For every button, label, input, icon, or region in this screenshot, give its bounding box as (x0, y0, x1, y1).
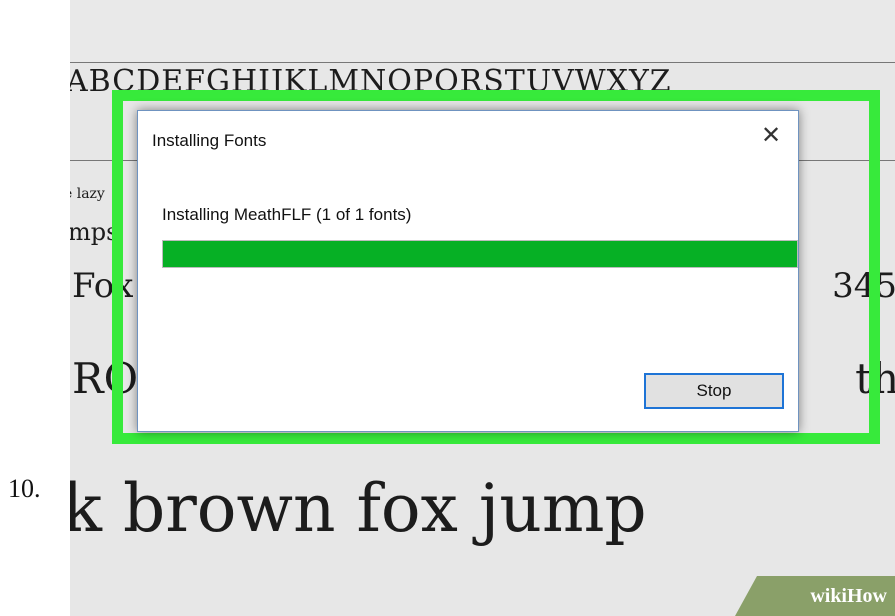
step-number: 10. (8, 474, 41, 503)
install-status-text: Installing MeathFLF (1 of 1 fonts) (162, 205, 412, 224)
close-icon[interactable]: ✕ (758, 123, 784, 149)
dialog-title: Installing Fonts (152, 131, 267, 150)
watermark-suffix: How (847, 585, 887, 607)
wikihow-watermark: wikiHow (735, 576, 895, 616)
font-preview-window: ABCDEFGHIJKLMNOPQRSTUVWXYZ e lazy mps Fo… (70, 0, 895, 616)
installing-fonts-dialog: Installing Fonts ✕ Installing MeathFLF (… (137, 110, 799, 432)
install-progress-bar (162, 240, 798, 268)
stop-button[interactable]: Stop (644, 373, 784, 409)
preview-toolbar-area (70, 0, 895, 63)
progress-fill (163, 241, 797, 267)
sample-line-12: e lazy (70, 186, 105, 202)
sample-line-48: k brown fox jump (70, 470, 647, 547)
watermark-prefix: wiki (810, 585, 847, 607)
